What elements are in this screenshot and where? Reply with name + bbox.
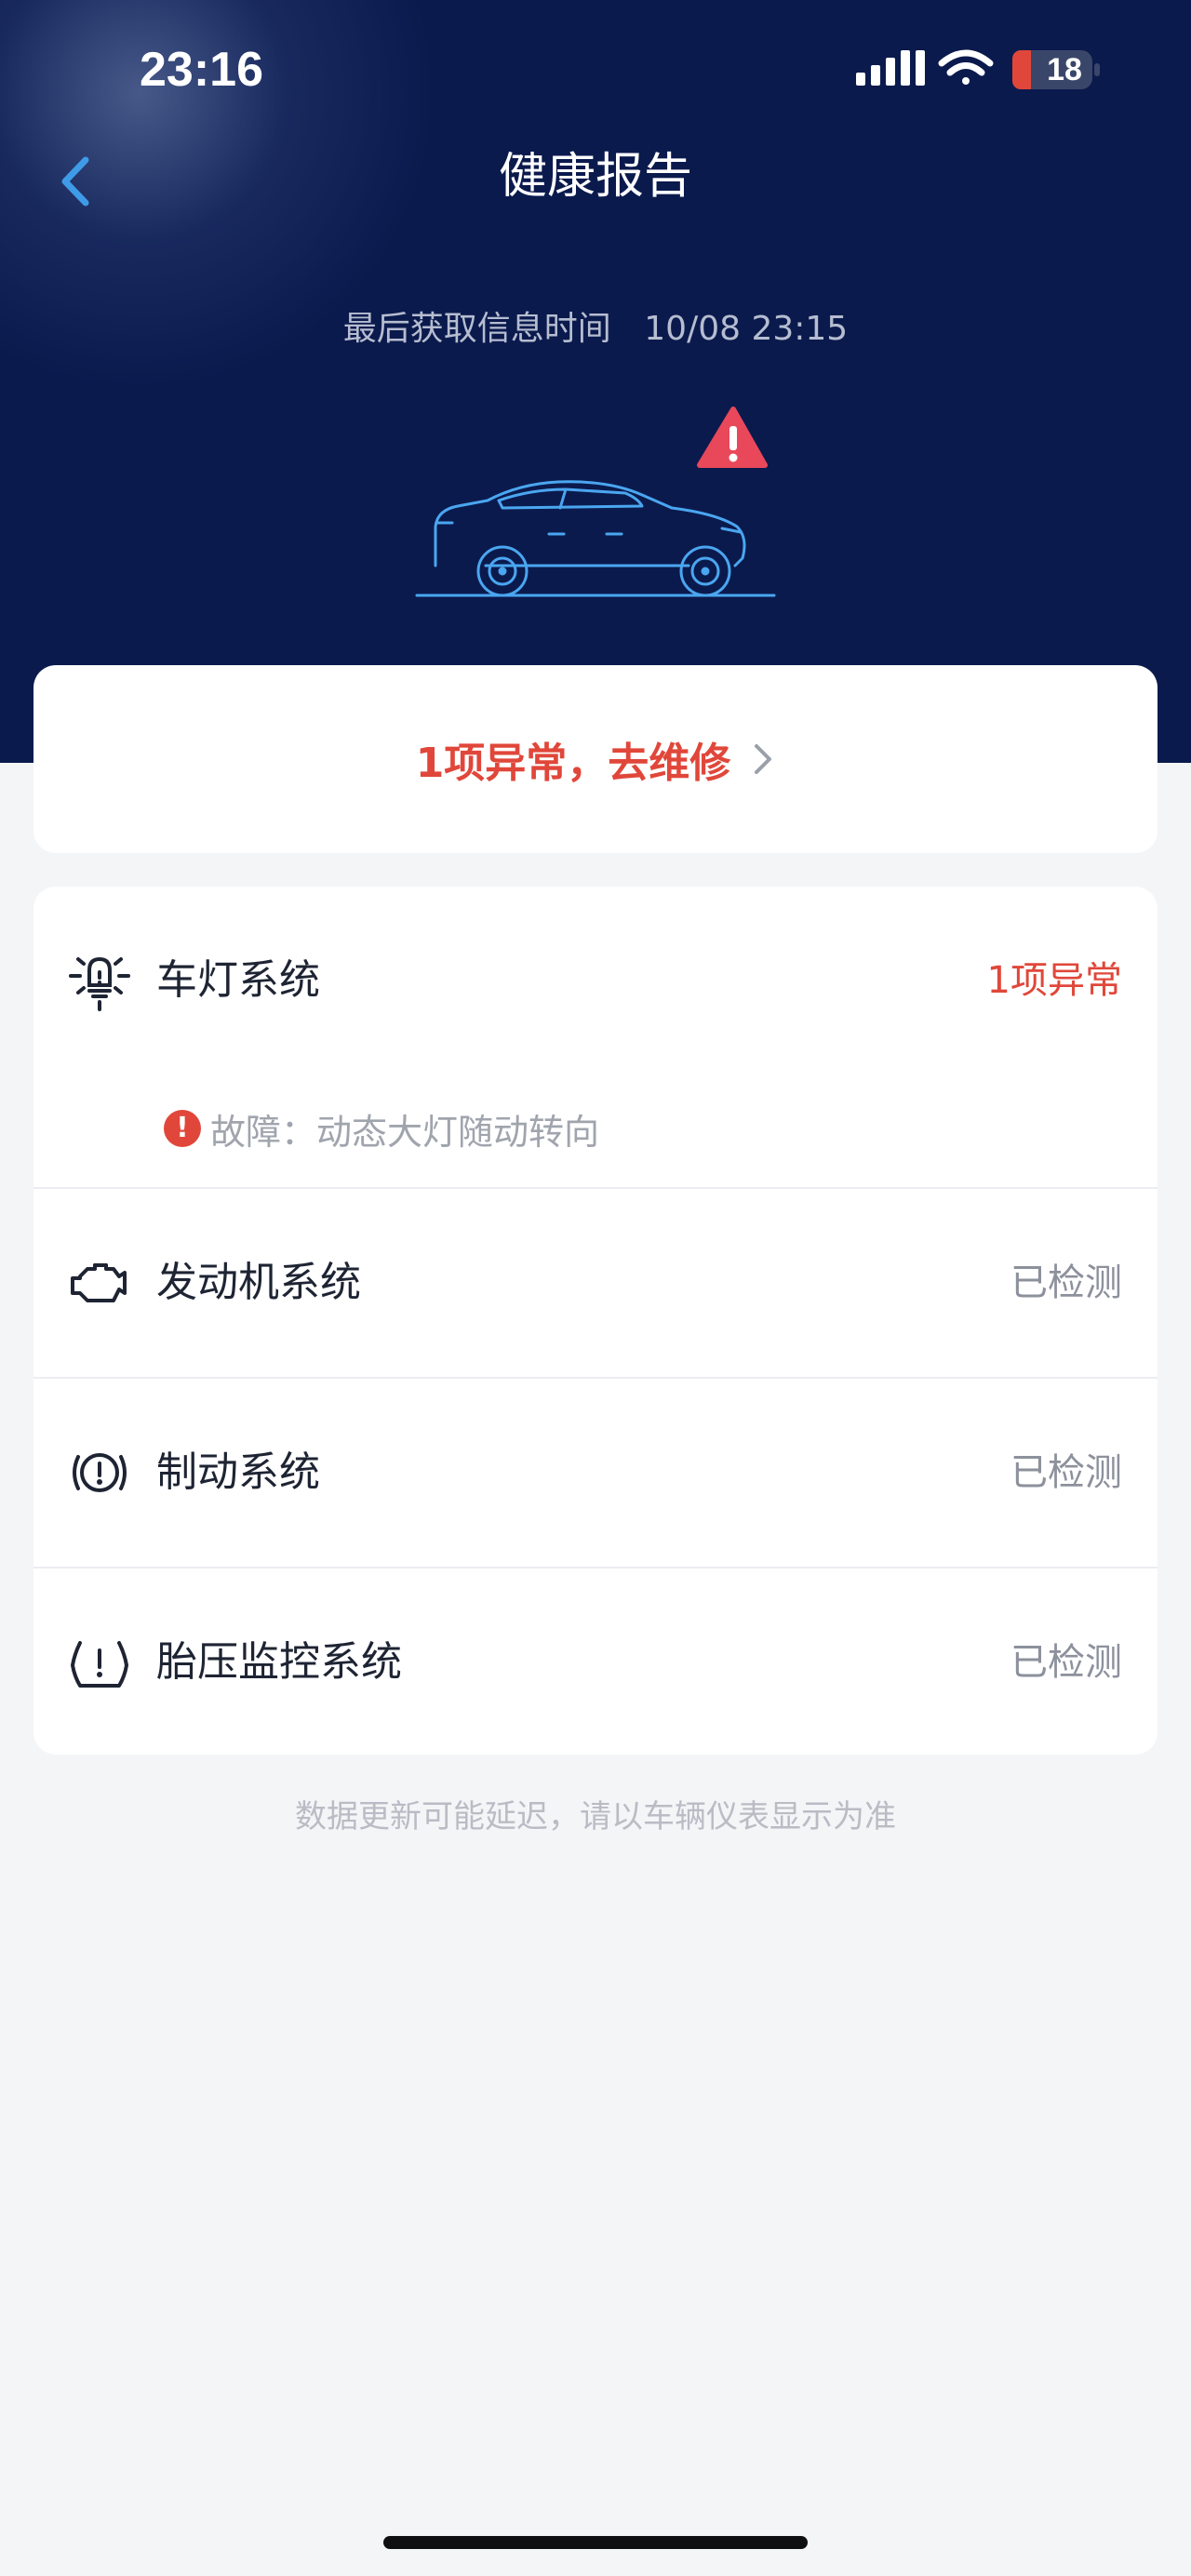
system-status-tire-pressure: 已检测 <box>1010 1641 1122 1684</box>
hero-header: 23:16 18 健康报告 最后获取信息时间 10/08 23:15 <box>0 0 1191 763</box>
fault-label: 故障： <box>210 1111 317 1153</box>
fault-detail: 动态大灯随动转向 <box>316 1111 600 1153</box>
chevron-right-icon <box>755 744 772 774</box>
cellular-signal-icon <box>856 50 925 86</box>
fault-alert-icon: ! <box>164 1110 201 1147</box>
system-row-engine[interactable]: 发动机系统 已检测 <box>33 1189 1158 1377</box>
car-illustration <box>409 402 782 607</box>
last-update-label: 最后获取信息时间 <box>342 310 611 348</box>
system-status-brake: 已检测 <box>1010 1451 1122 1494</box>
brake-warning-icon <box>73 1453 127 1492</box>
repair-link[interactable]: 1项异常，去维修 <box>33 665 1158 853</box>
fault-item: ! 故障： 动态大灯随动转向 <box>164 1101 599 1156</box>
headlight-bulb-icon <box>69 956 130 1011</box>
system-label-tire-pressure: 胎压监控系统 <box>156 1638 402 1686</box>
battery-level: 18 <box>1047 52 1082 87</box>
page-title: 健康报告 <box>498 149 692 205</box>
repair-text: 1项异常，去维修 <box>415 740 731 787</box>
car-outline-svg <box>415 407 776 597</box>
system-row-tire-pressure[interactable]: 胎压监控系统 已检测 <box>33 1568 1158 1755</box>
system-status-engine: 已检测 <box>1010 1261 1122 1304</box>
system-label-brake: 制动系统 <box>156 1448 320 1496</box>
car-icon <box>415 480 776 597</box>
last-update-value: 10/08 23:15 <box>644 310 849 348</box>
system-label-lights: 车灯系统 <box>156 956 320 1004</box>
systems-list: 车灯系统 1项异常 ! 故障： 动态大灯随动转向 发动机系统 已检测 制动系统 … <box>33 887 1158 1755</box>
tire-pressure-icon <box>71 1641 128 1688</box>
system-row-lights[interactable]: 车灯系统 1项异常 ! 故障： 动态大灯随动转向 <box>33 887 1158 1187</box>
last-update-info: 最后获取信息时间 10/08 23:15 <box>0 303 1191 355</box>
home-indicator[interactable] <box>383 2536 808 2549</box>
system-row-brake[interactable]: 制动系统 已检测 <box>33 1379 1158 1567</box>
engine-icon <box>71 1263 127 1302</box>
system-label-engine: 发动机系统 <box>156 1259 361 1306</box>
system-status-lights: 1项异常 <box>986 959 1122 1002</box>
data-delay-footnote: 数据更新可能延迟，请以车辆仪表显示为准 <box>295 1798 896 1835</box>
warning-triangle-icon <box>697 407 768 468</box>
repair-card[interactable]: 1项异常，去维修 <box>33 665 1158 853</box>
wifi-icon <box>938 49 994 85</box>
status-bar-time: 23:16 <box>140 43 263 97</box>
status-bar-icons: 18 <box>854 41 1105 99</box>
